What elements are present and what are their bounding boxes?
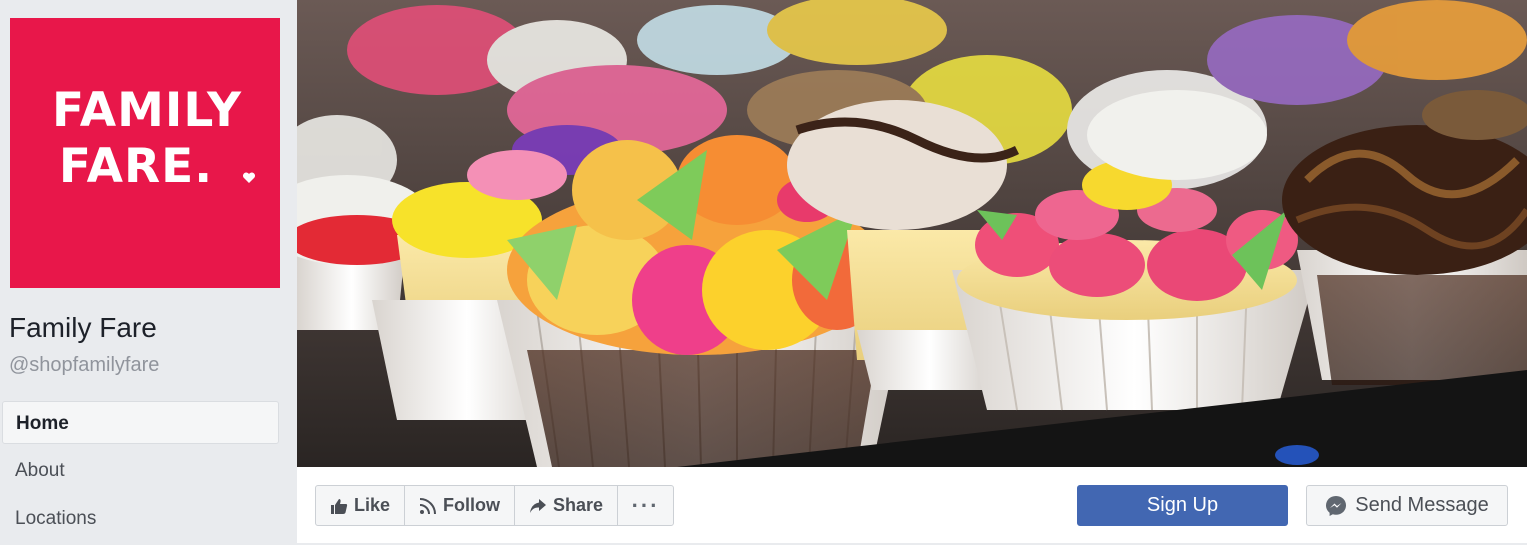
family-fare-logo: FAMILY FARE. <box>52 83 256 195</box>
thumbs-up-icon <box>330 497 348 515</box>
page-nav: Home About Locations <box>2 401 279 545</box>
send-message-button[interactable]: Send Message <box>1306 485 1508 526</box>
profile-picture[interactable]: FAMILY FARE. <box>10 18 280 288</box>
nav-item-locations[interactable]: Locations <box>2 497 279 540</box>
nav-item-about[interactable]: About <box>2 449 279 492</box>
page-username[interactable]: @shopfamilyfare <box>9 354 159 377</box>
follow-button[interactable]: Follow <box>405 486 516 525</box>
like-button[interactable]: Like <box>316 486 406 525</box>
cover-photo[interactable] <box>297 0 1527 467</box>
page-sidebar: FAMILY FARE. Family Fare @shopfamilyfare… <box>0 0 297 543</box>
nav-item-home[interactable]: Home <box>2 401 279 444</box>
messenger-icon <box>1325 495 1347 517</box>
sign-up-button[interactable]: Sign Up <box>1077 485 1288 526</box>
page-action-buttons: Like Follow Share ··· <box>315 485 675 526</box>
page-title: Family Fare <box>9 312 157 343</box>
heart-icon <box>242 172 256 183</box>
cupcakes-image <box>297 0 1527 467</box>
ellipsis-icon: ··· <box>631 492 660 518</box>
page-action-bar: Like Follow Share ··· Sign Up Send Messa… <box>297 467 1527 543</box>
share-button[interactable]: Share <box>515 486 619 525</box>
share-arrow-icon <box>529 497 547 515</box>
rss-icon <box>419 497 437 515</box>
more-options-button[interactable]: ··· <box>618 486 673 525</box>
